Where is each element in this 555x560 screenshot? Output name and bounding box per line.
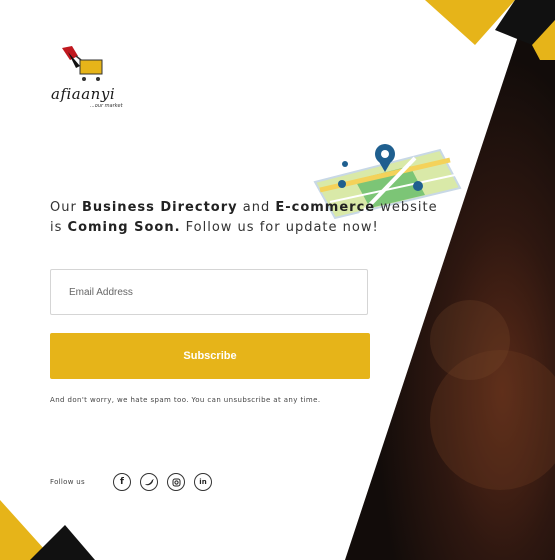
brand-tagline: ...our market [90,103,123,109]
twitter-icon[interactable] [140,473,158,491]
top-corner-decoration [425,0,555,60]
facebook-icon[interactable]: f [113,473,131,491]
brand-name: afiaanyi [51,85,116,103]
bottom-corner-decoration [0,500,95,560]
spam-note: And don't worry, we hate spam too. You c… [50,396,321,404]
social-links: f in [113,473,212,491]
instagram-icon[interactable] [167,473,185,491]
subscribe-button[interactable]: Subscribe [50,333,370,379]
follow-label: Follow us [50,478,85,486]
email-field[interactable] [51,270,367,314]
headline-text: Our Business Directory and E-commerce we… [50,200,438,235]
linkedin-icon[interactable]: in [194,473,212,491]
email-field-container [50,269,368,315]
